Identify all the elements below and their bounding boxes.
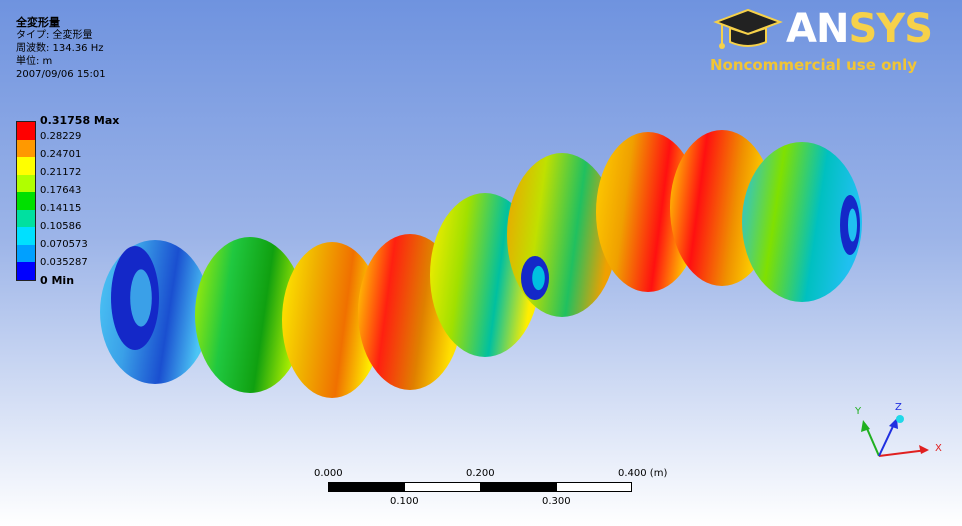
- legend-level-3: 0.21172: [40, 167, 82, 178]
- legend-level-2: 0.24701: [40, 149, 82, 160]
- legend-level-1: 0.28229: [40, 131, 82, 142]
- scale-tick-200: 0.200: [466, 468, 495, 479]
- legend-swatch: [17, 262, 35, 280]
- legend-level-7: 0.070573: [40, 239, 88, 250]
- model-end-face-inner: [848, 208, 857, 242]
- model-lobes: [100, 130, 862, 398]
- result-title: 全変形量: [16, 16, 60, 29]
- scale-segment-3: [480, 482, 557, 492]
- axis-triad[interactable]: X Y Z: [845, 398, 955, 468]
- scale-segment-2: [404, 482, 481, 492]
- legend-swatch: [17, 227, 35, 245]
- y-axis-label: Y: [854, 406, 862, 417]
- scale-tick-0: 0.000: [314, 468, 343, 479]
- legend-swatch: [17, 244, 35, 263]
- result-type: タイプ: 全変形量: [16, 30, 93, 41]
- x-axis-line: [878, 449, 928, 457]
- legend-swatch: [17, 174, 35, 193]
- legend-swatch: [17, 139, 35, 158]
- legend-level-6: 0.10586: [40, 221, 82, 232]
- ansys-wordmark: ANSYS: [786, 6, 933, 52]
- legend-level-5: 0.14115: [40, 203, 82, 214]
- result-info: 全変形量 タイプ: 全変形量 周波数: 134.36 Hz 単位: m 2007…: [16, 16, 106, 81]
- result-unit: 単位: m: [16, 56, 53, 67]
- legend-level-8: 0.035287: [40, 257, 88, 268]
- result-date: 2007/09/06 15:01: [16, 69, 106, 80]
- legend-swatch: [17, 157, 35, 175]
- legend-max-label: 0.31758 Max: [40, 114, 120, 127]
- scale-bar: 0.000 0.200 0.400 (m) 0.100 0.300: [314, 466, 667, 516]
- ansys-wordmark-sys: SYS: [848, 6, 933, 52]
- noncommercial-tagline: Noncommercial use only: [710, 56, 917, 74]
- model-end-face-inner: [532, 265, 545, 291]
- legend-level-4: 0.17643: [40, 185, 82, 196]
- result-frequency: 周波数: 134.36 Hz: [16, 43, 104, 54]
- scale-segment-4: [556, 482, 632, 492]
- triad-origin-ball-icon: [896, 415, 904, 423]
- x-axis-label: X: [935, 443, 942, 454]
- legend-min-label: 0 Min: [40, 274, 75, 287]
- legend-swatch: [17, 209, 35, 228]
- graduation-cap-icon: [713, 8, 783, 49]
- x-axis-arrow-icon: [919, 445, 929, 454]
- scale-tick-100: 0.100: [390, 496, 419, 507]
- legend-swatch: [17, 122, 35, 140]
- legend-swatch: [17, 192, 35, 210]
- scale-segment-1: [328, 482, 405, 492]
- ansys-logo: ANSYS Noncommercial use only: [706, 4, 946, 80]
- model-end-face-inner: [130, 269, 152, 327]
- scale-tick-300: 0.300: [542, 496, 571, 507]
- legend-color-bar: [16, 121, 36, 281]
- z-axis-label: Z: [895, 402, 902, 413]
- ansys-wordmark-an: AN: [786, 6, 849, 52]
- scale-tick-400: 0.400 (m): [618, 468, 668, 479]
